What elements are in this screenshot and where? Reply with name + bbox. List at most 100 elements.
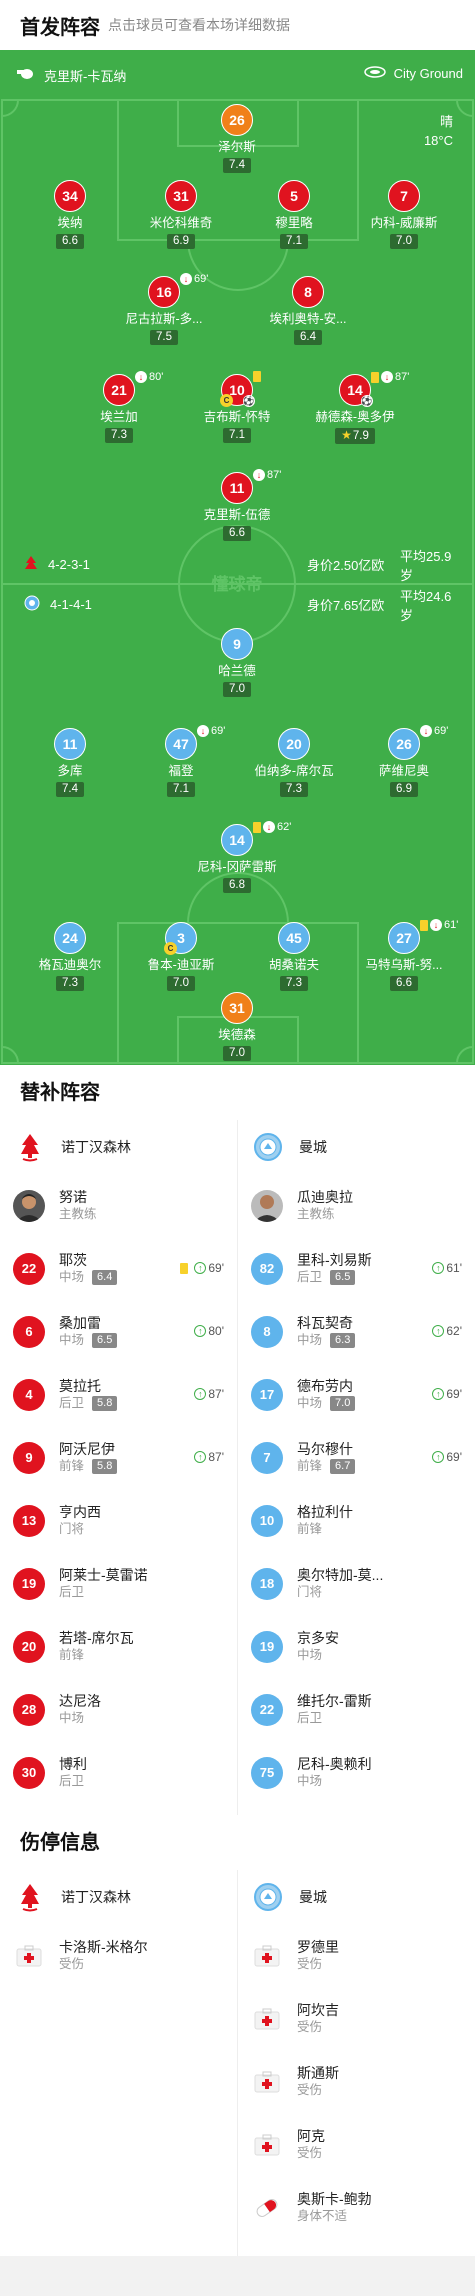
injury-row[interactable]: 阿坎吉 受伤: [238, 1987, 474, 2050]
sub-row[interactable]: 4 莫拉托 后卫 5.8 ↑ 87': [0, 1363, 236, 1426]
player-away-10[interactable]: 31 埃德森 7.0: [182, 992, 292, 1061]
player-name: 马特乌斯-努...: [365, 958, 443, 972]
sub-name: 马尔穆什: [297, 1441, 353, 1457]
player-home-0[interactable]: 26 泽尔斯 7.4: [182, 104, 292, 173]
player-home-1[interactable]: 34 埃纳 6.6: [15, 180, 125, 249]
injury-row[interactable]: 卡洛斯-米格尔 受伤: [0, 1924, 236, 1987]
player-home-2[interactable]: 31 米伦科维奇 6.9: [126, 180, 236, 249]
injury-row[interactable]: 阿克 受伤: [238, 2113, 474, 2176]
sub-row[interactable]: 8 科瓦契奇 中场 6.3 ↑ 62': [238, 1300, 474, 1363]
sub-row[interactable]: 22 耶茨 中场 6.4 ↑ 69': [0, 1237, 236, 1300]
sub-row[interactable]: 9 阿沃尼伊 前锋 5.8 ↑ 87': [0, 1426, 236, 1489]
home-coach-row[interactable]: 努诺 主教练: [0, 1174, 236, 1237]
player-away-8[interactable]: 45 胡桑诺夫 7.3: [239, 922, 349, 991]
shirt-number: 47: [165, 728, 197, 760]
sub-row[interactable]: 20 若塔-席尔瓦 前锋: [0, 1615, 236, 1678]
lineup-header: 首发阵容 点击球员可查看本场详细数据: [0, 0, 475, 50]
sub-row[interactable]: 22 维托尔-雷斯 后卫: [238, 1678, 474, 1741]
sub-name: 耶茨: [59, 1252, 87, 1268]
sub-event: ↑ 69': [180, 1261, 224, 1275]
player-name: 赫德森-奥多伊: [315, 410, 395, 424]
player-home-8[interactable]: 10 C ⚽ 吉布斯-怀特 7.1: [182, 371, 292, 443]
player-away-6[interactable]: 24 格瓦迪奥尔 7.3: [15, 922, 125, 991]
sub-event: ↓ 80': [135, 371, 163, 383]
sub-time: 87': [395, 371, 410, 383]
sub-time: 62': [277, 821, 292, 833]
player-home-4[interactable]: 7 内科-威廉斯 7.0: [349, 180, 459, 249]
sub-time: 69': [446, 1450, 462, 1464]
player-away-7[interactable]: 3C 鲁本-迪亚斯 7.0: [126, 922, 236, 991]
sub-rating: 7.0: [330, 1396, 356, 1411]
sub-rating: 6.5: [92, 1333, 118, 1348]
sub-position: 门将: [59, 1522, 85, 1536]
player-rating: 7.1: [167, 782, 195, 797]
sub-row[interactable]: 82 里科-刘易斯 后卫 6.5 ↑ 61': [238, 1237, 474, 1300]
medical-kit-icon: [251, 2003, 283, 2035]
away-coach-row[interactable]: 瓜迪奥拉 主教练: [238, 1174, 474, 1237]
sub-name: 达尼洛: [59, 1693, 101, 1709]
player-home-6[interactable]: 8 埃利奥特-安... 6.4: [253, 276, 363, 345]
player-away-2[interactable]: 47 ↓ 69' 福登 7.1: [126, 725, 236, 797]
sub-time: 62': [446, 1324, 462, 1338]
city-badge-icon: [24, 595, 40, 614]
sub-name: 京多安: [297, 1630, 339, 1646]
sub-row[interactable]: 75 尼科-奥赖利 中场: [238, 1741, 474, 1804]
sub-row[interactable]: 18 奥尔特加-莫... 门将: [238, 1552, 474, 1615]
sub-number: 20: [13, 1630, 45, 1663]
shirt-number: 14: [221, 824, 253, 856]
injured-name: 斯通斯: [297, 2065, 339, 2081]
player-away-9[interactable]: 27 ↓ 61' 马特乌斯-努... 6.6: [349, 919, 459, 991]
sub-row[interactable]: 13 亨内西 门将: [0, 1489, 236, 1552]
star-icon: ★: [341, 428, 352, 442]
player-home-7[interactable]: 21 ↓ 80' 埃兰加 7.3: [64, 371, 174, 443]
yellow-card-icon: [371, 371, 379, 383]
player-away-1[interactable]: 11 多库 7.4: [15, 728, 125, 797]
player-home-5[interactable]: 16 ↓ 69' 尼古拉斯-多... 7.5: [109, 273, 219, 345]
sub-row[interactable]: 30 博利 后卫: [0, 1741, 236, 1804]
sub-position: 门将: [297, 1585, 323, 1599]
player-home-3[interactable]: 5 穆里略 7.1: [239, 180, 349, 249]
shirt-number: 7: [388, 180, 420, 212]
sub-row[interactable]: 19 阿莱士-莫雷诺 后卫: [0, 1552, 236, 1615]
shirt-number: 31: [165, 180, 197, 212]
player-rating: 7.5: [150, 330, 178, 345]
injury-row[interactable]: 奥斯卡-鲍勃 身体不适: [238, 2176, 474, 2239]
sub-position: 后卫: [297, 1270, 323, 1284]
injury-row[interactable]: 罗德里 受伤: [238, 1924, 474, 1987]
forest-badge-icon: [24, 555, 38, 574]
home-formation: 4-2-3-1: [48, 557, 90, 572]
sub-off-icon: ↓: [253, 469, 265, 481]
sub-position: 前锋: [297, 1522, 323, 1536]
sub-rating: 5.8: [92, 1396, 118, 1411]
sub-number: 4: [13, 1378, 45, 1411]
sub-off-icon: ↓: [135, 371, 147, 383]
sub-row[interactable]: 19 京多安 中场: [238, 1615, 474, 1678]
sub-time: 87': [208, 1387, 224, 1401]
sub-on-icon: ↑: [194, 1262, 207, 1274]
sub-row[interactable]: 28 达尼洛 中场: [0, 1678, 236, 1741]
player-home-9[interactable]: 14 ⚽ ↓ 87' 赫德森-奥多伊 ★7.9: [300, 371, 410, 444]
player-home-10[interactable]: 11 ↓ 87' 克里斯-伍德 6.6: [182, 469, 292, 541]
player-rating: 7.3: [105, 428, 133, 443]
player-away-0[interactable]: 9 哈兰德 7.0: [182, 628, 292, 697]
player-away-3[interactable]: 20 伯纳多-席尔瓦 7.3: [239, 728, 349, 797]
sub-event: ↓ 62': [253, 821, 291, 833]
player-away-5[interactable]: 14 ↓ 62' 尼科-冈萨雷斯 6.8: [182, 821, 292, 893]
sub-event: ↓ 69': [197, 725, 225, 737]
sub-row[interactable]: 6 桑加雷 中场 6.5 ↑ 80': [0, 1300, 236, 1363]
coach-role: 主教练: [59, 1207, 97, 1221]
stadium-icon: [363, 66, 386, 81]
home-team-row: 诺丁汉森林: [0, 1870, 236, 1924]
sub-row[interactable]: 17 德布劳内 中场 7.0 ↑ 69': [238, 1363, 474, 1426]
sub-time: 69': [211, 725, 226, 737]
sub-row[interactable]: 7 马尔穆什 前锋 6.7 ↑ 69': [238, 1426, 474, 1489]
player-rating: 7.0: [390, 234, 418, 249]
injury-status: 身体不适: [297, 2209, 348, 2223]
sub-row[interactable]: 10 格拉利什 前锋: [238, 1489, 474, 1552]
player-away-4[interactable]: 26 ↓ 69' 萨维尼奥 6.9: [349, 725, 459, 797]
away-value: 身价7.65亿欧: [307, 598, 385, 613]
injury-row[interactable]: 斯通斯 受伤: [238, 2050, 474, 2113]
sub-number: 13: [13, 1504, 45, 1537]
sub-name: 尼科-奥赖利: [297, 1756, 372, 1772]
medical-kit-icon: [251, 2129, 283, 2161]
